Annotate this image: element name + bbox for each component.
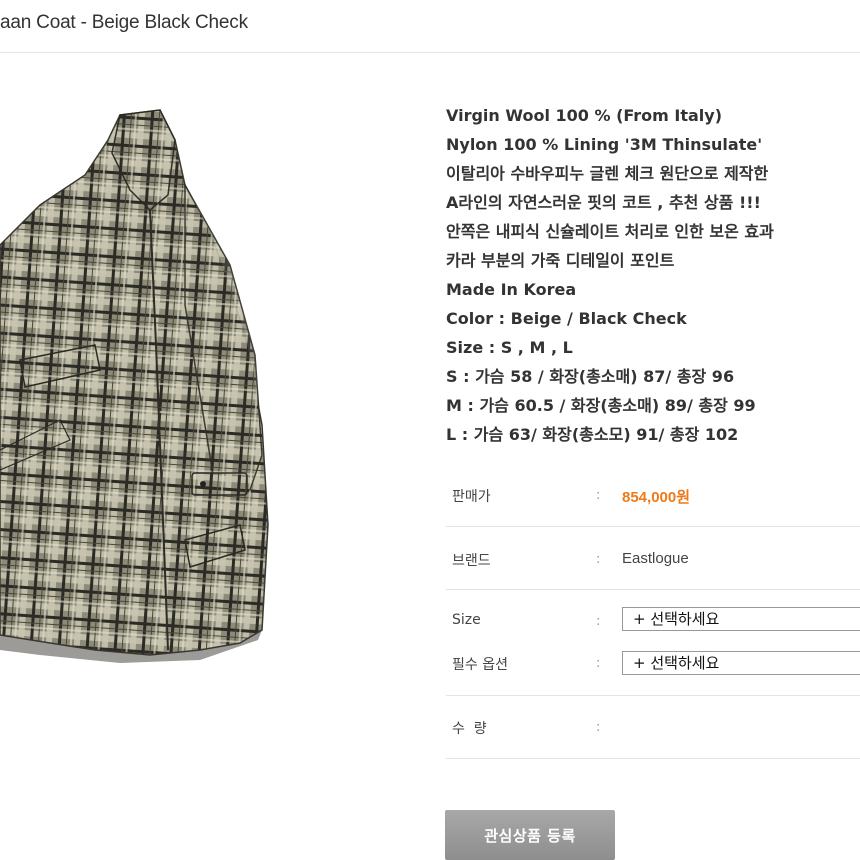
brand-row: 브랜드 : Eastlogue [446,527,860,590]
description-line: A라인의 자연스러운 핏의 코트 , 추천 상품 !!! [446,193,761,212]
colon: : [596,552,601,567]
description-line: M : 가슴 60.5 / 화장(총소매) 89/ 총장 99 [446,396,756,415]
title-divider [0,52,860,53]
description-line: Color : Beige / Black Check [446,309,687,328]
colon: : [596,720,601,735]
price-row: 판매가 : 854,000원 [446,464,860,527]
description-line: 카라 부분의 가죽 디테일이 포인트 [446,251,675,270]
description-line: Virgin Wool 100 % (From Italy) [446,106,723,125]
description-line: L : 가슴 63/ 화장(총소모) 91/ 총장 102 [446,425,739,444]
colon: : [596,488,601,503]
quantity-label: 수 량 [452,721,487,737]
purchase-options: 판매가 : 854,000원 브랜드 : Eastlogue Size : + … [446,464,860,759]
description-line: Made In Korea [446,280,577,299]
price-value: 854,000원 [622,489,691,506]
description-line: 이탈리아 수바우피누 글렌 체크 원단으로 제작한 [446,164,769,183]
description-line: 안쪽은 내피식 신슐레이트 처리로 인한 보온 효과 [446,222,774,241]
quantity-row: 수 량 : [446,696,860,759]
required-option-label: 필수 옵션 [452,657,508,673]
product-title: aan Coat - Beige Black Check [0,12,248,33]
description-line: Nylon 100 % Lining '3M Thinsulate' [446,135,763,154]
colon: : [596,656,601,671]
brand-label: 브랜드 [452,553,491,569]
description-line: Size : S , M , L [446,338,573,357]
size-select[interactable]: + 선택하세요 [622,607,860,631]
product-image[interactable] [0,95,300,675]
product-description: Virgin Wool 100 % (From Italy) Nylon 100… [446,101,860,449]
size-label: Size [452,612,481,628]
description-line: S : 가슴 58 / 화장(총소매) 87/ 총장 96 [446,367,735,386]
option-select-rows: Size : + 선택하세요 필수 옵션 : + 선택하세요 [446,590,860,696]
brand-value[interactable]: Eastlogue [622,550,689,567]
price-label: 판매가 [452,489,491,505]
add-to-wishlist-button[interactable]: 관심상품 등록 [445,810,615,860]
colon: : [596,614,601,629]
required-option-select[interactable]: + 선택하세요 [622,651,860,675]
product-page: aan Coat - Beige Black Check Virgin Wool… [0,0,860,860]
